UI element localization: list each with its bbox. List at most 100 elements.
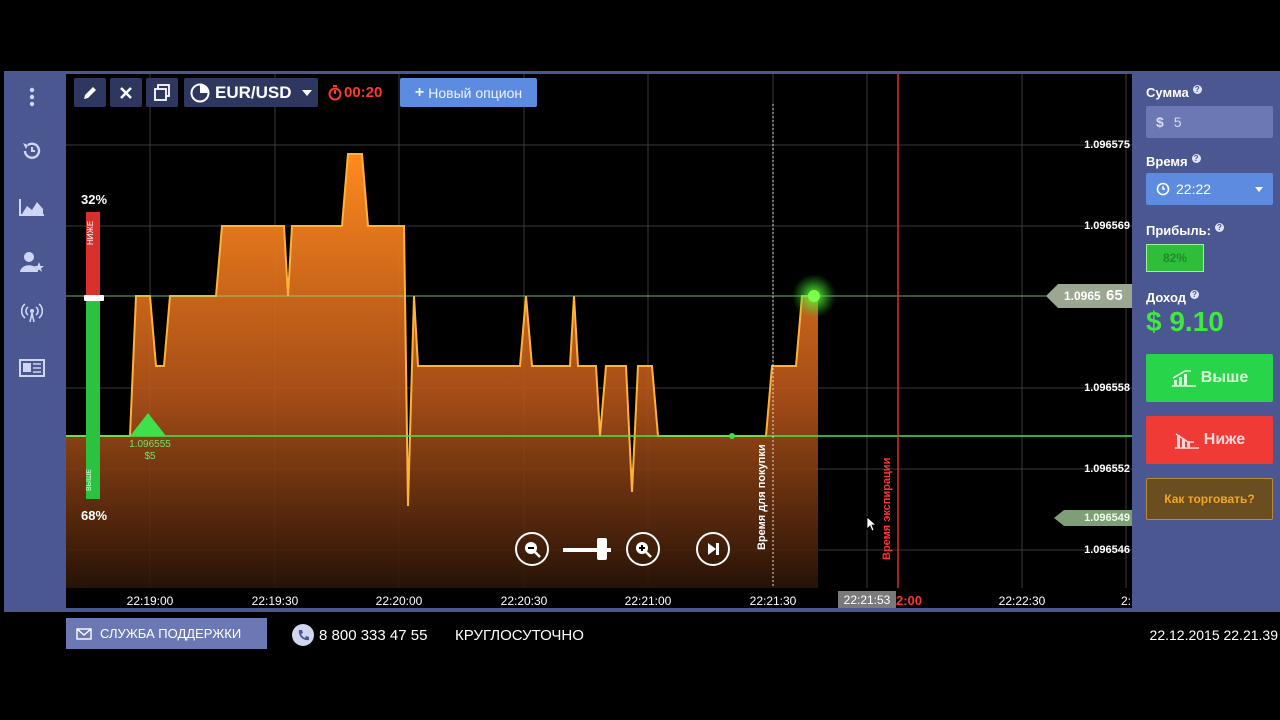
purchase-time-label: Время для покупки: [756, 444, 768, 550]
chart-up-icon: [1171, 370, 1196, 387]
time-tick: 22:20:00: [375, 594, 423, 608]
support-hours: КРУГЛОСУТОЧНО: [455, 627, 584, 644]
price-tick: 1.096558: [1084, 382, 1130, 394]
close-icon: [120, 86, 132, 99]
live-dot: [729, 433, 735, 439]
higher-bar: ВЫШЕ: [86, 301, 100, 499]
higher-button[interactable]: Выше: [1146, 354, 1273, 402]
pencil-button[interactable]: [74, 78, 106, 107]
time-tick: 22:20:30: [500, 594, 548, 608]
chart-icon[interactable]: [18, 193, 46, 221]
entry-amount-label: $5: [144, 451, 156, 462]
skip-forward-icon: [708, 543, 719, 555]
profit-label: Прибыль:?: [1146, 223, 1224, 238]
support-label: СЛУЖБА ПОДДЕРЖКИ: [100, 626, 242, 641]
help-icon[interactable]: ?: [1215, 223, 1224, 232]
time-label-text: Время: [1146, 154, 1188, 169]
jump-to-end-button[interactable]: [696, 532, 730, 566]
chevron-down-icon: [1255, 186, 1263, 192]
countdown: 00:20: [328, 84, 382, 101]
phone-number: 8 800 333 47 55: [319, 627, 428, 644]
time-tick: 22:19:30: [251, 594, 299, 608]
mail-icon: [76, 627, 92, 640]
entry-price-label: 1.096555: [129, 439, 171, 450]
chevron-down-icon: [301, 89, 312, 96]
current-price-dot: [808, 290, 820, 302]
lower-bar: НИЖЕ: [86, 212, 100, 296]
pair-selector[interactable]: EUR/USD: [184, 78, 318, 107]
amount-label-text: Сумма: [1146, 85, 1189, 100]
higher-percent: 68%: [80, 508, 108, 523]
new-option-label: Новый опцион: [428, 84, 523, 101]
left-sidebar: [4, 71, 61, 612]
price-tick: 1.096569: [1084, 220, 1130, 232]
close-button[interactable]: [110, 78, 142, 107]
clock-pie-icon: [190, 83, 210, 102]
current-datetime: 22.12.2015 22.21.39: [1149, 627, 1278, 643]
user-star-icon[interactable]: [18, 248, 46, 276]
price-chart[interactable]: EUR/USD 00:20 + Новый опцион 32% НИЖЕ ВЫ…: [66, 74, 1132, 608]
current-price-prefix: 1.0965: [1064, 289, 1101, 303]
help-icon[interactable]: ?: [1192, 85, 1202, 94]
income-label-text: Доход: [1146, 290, 1186, 305]
support-button[interactable]: СЛУЖБА ПОДДЕРЖКИ: [66, 618, 267, 649]
expiry-time-badge: 2:00: [896, 593, 923, 608]
expiry-time-select[interactable]: 22:22: [1146, 173, 1273, 205]
higher-bar-label: ВЫШЕ: [86, 469, 93, 491]
zoom-in-icon: [636, 542, 652, 558]
profit-badge: 82%: [1146, 244, 1204, 272]
time-tick: 22:19:00: [126, 594, 174, 608]
current-price-value: 1.0965 65: [1064, 287, 1123, 304]
amount-value: 5: [1173, 114, 1182, 130]
zoom-out-button[interactable]: [515, 532, 549, 566]
history-icon[interactable]: [18, 137, 46, 165]
time-value: 22:22: [1176, 181, 1212, 197]
current-price-suffix: 65: [1106, 287, 1123, 304]
higher-button-label: Выше: [1200, 369, 1249, 386]
how-to-trade-button[interactable]: Как торговать?: [1146, 478, 1273, 520]
time-tick: 22:22:30: [998, 594, 1046, 608]
time-tick: 22:21:00: [624, 594, 672, 608]
time-label: Время?: [1146, 154, 1201, 169]
lower-button-label: Ниже: [1203, 431, 1246, 448]
news-icon[interactable]: [18, 354, 46, 382]
countdown-value: 00:20: [344, 84, 383, 101]
help-icon[interactable]: ?: [1191, 154, 1201, 163]
signal-icon[interactable]: [18, 299, 46, 327]
lower-button[interactable]: Ниже: [1146, 416, 1273, 464]
zoom-slider-handle[interactable]: [597, 538, 607, 560]
entry-price-tick: 1.096549: [1084, 512, 1130, 524]
expiry-time-label: Время экспирации: [881, 457, 893, 560]
amount-currency: $: [1156, 114, 1164, 130]
lower-bar-label: НИЖЕ: [86, 220, 95, 246]
price-tick: 1.096546: [1084, 544, 1130, 556]
chart-down-icon: [1174, 433, 1199, 449]
price-area: [66, 154, 818, 588]
profit-label-text: Прибыль:: [1146, 223, 1211, 238]
income-label: Доход?: [1146, 290, 1199, 305]
mouse-cursor-icon: [866, 516, 876, 532]
help-icon[interactable]: ?: [1189, 290, 1199, 299]
clock-icon: [1156, 182, 1170, 196]
time-tick: 22:21:30: [749, 594, 797, 608]
copy-icon: [154, 83, 170, 101]
footer-bar: СЛУЖБА ПОДДЕРЖКИ 8 800 333 47 55 КРУГЛОС…: [0, 612, 1280, 660]
more-icon[interactable]: [18, 83, 46, 111]
new-option-button[interactable]: + Новый опцион: [400, 78, 537, 107]
stopwatch-icon: [328, 84, 342, 100]
plus-icon: +: [414, 83, 425, 101]
amount-label: Сумма?: [1146, 85, 1202, 100]
price-tick: 1.096552: [1084, 463, 1130, 475]
income-value: $ 9.10: [1146, 306, 1224, 337]
amount-input[interactable]: $ 5: [1146, 106, 1273, 138]
zoom-in-button[interactable]: [626, 532, 660, 566]
copy-button[interactable]: [146, 78, 178, 107]
lower-percent: 32%: [80, 192, 108, 207]
current-time-badge: 22:21:53: [843, 593, 891, 607]
chart-canvas: [66, 74, 1132, 608]
pair-label: EUR/USD: [215, 82, 292, 102]
phone-icon: [292, 624, 314, 646]
trade-panel: Сумма? $ 5 Время? 22:22 Прибыль:? 82% До…: [1132, 74, 1280, 608]
zoom-out-icon: [525, 542, 541, 558]
pencil-icon: [84, 86, 96, 99]
